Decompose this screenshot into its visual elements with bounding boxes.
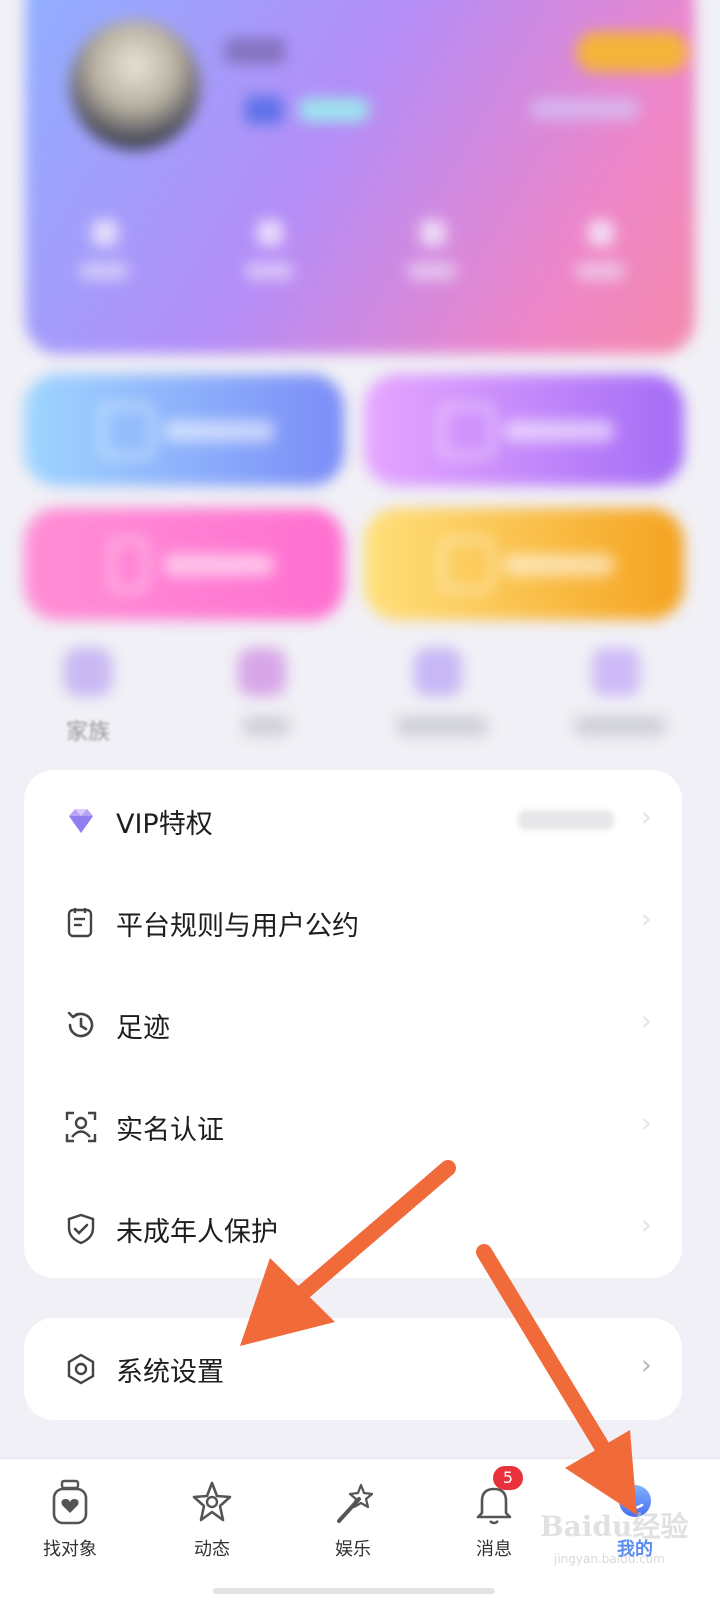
menu-item-label: 系统设置 [116,1357,224,1388]
tile-icon [100,404,154,458]
tab-entertainment[interactable]: 娱乐 [298,1475,408,1565]
menu-card: VIP特权 › 平台规则与用户公约 › 足迹 › 实名认证 › 未成年人保护 › [24,770,682,1278]
menu-item-footprint[interactable]: 足迹 › [24,974,682,1076]
chevron-right-icon: › [640,1208,652,1241]
stat-label [80,262,128,280]
stat-label [245,262,293,280]
blurred-profile-area [0,0,720,780]
status-tag [298,98,370,122]
menu-item-label: 未成年人保护 [116,1217,278,1248]
tile-label-blurred [164,554,274,576]
feature-tile-4[interactable] [364,508,684,620]
baidu-watermark: Baidu经验 [540,1510,689,1543]
tab-label: 动态 [194,1539,230,1560]
menu-item-vip[interactable]: VIP特权 › [24,770,682,872]
stat-value[interactable] [92,220,118,246]
chevron-right-icon: › [640,902,652,935]
heart-jar-icon [52,1479,88,1525]
feature-tile-1[interactable] [24,374,344,486]
watermark-url: jingyan.baidu.com [554,1552,665,1566]
family-icon[interactable] [64,648,112,696]
chevron-right-icon: › [640,1348,652,1381]
tile-label-blurred [504,420,614,442]
menu-item-verification[interactable]: 实名认证 › [24,1076,682,1178]
feature-tile-2[interactable] [364,374,684,486]
settings-card: 系统设置 › [24,1318,682,1420]
level-tag [245,96,283,124]
chevron-right-icon: › [640,1004,652,1037]
menu-item-label: 平台规则与用户公约 [116,911,359,942]
gift-heart-icon[interactable] [592,648,640,696]
tab-moments[interactable]: 动态 [157,1475,267,1565]
tile-label-blurred [164,420,274,442]
tab-messages[interactable]: 消息 [439,1475,549,1565]
menu-item-minor-protection[interactable]: 未成年人保护 › [24,1178,682,1280]
menu-item-label: 足迹 [116,1013,170,1044]
document-icon [67,908,93,938]
profile-link-blurred[interactable] [530,98,640,120]
feature-label-blurred [396,716,488,736]
menu-item-label: 实名认证 [116,1115,224,1146]
tab-label: 消息 [476,1539,512,1560]
tile-icon [440,404,494,458]
tile-icon [110,538,148,592]
heart-shield-icon[interactable] [414,648,462,696]
unread-badge: 5 [493,1466,523,1490]
triangle-feature-icon[interactable] [238,648,286,696]
family-label: 家族 [66,720,111,745]
stat-label [408,262,456,280]
feature-label-blurred [574,716,666,736]
magic-wand-icon [337,1483,373,1523]
menu-item-system-settings[interactable]: 系统设置 › [24,1318,682,1420]
tab-find-partner[interactable]: 找对象 [15,1475,125,1565]
settings-hexagon-icon [67,1353,95,1385]
feature-label-blurred [242,716,290,736]
tile-icon [440,538,494,592]
shield-check-icon [67,1213,95,1245]
stat-label [576,262,624,280]
vip-badge-pill[interactable] [576,32,688,72]
tab-label: 找对象 [43,1539,97,1560]
feature-tile-3[interactable] [24,508,344,620]
menu-item-rules[interactable]: 平台规则与用户公约 › [24,872,682,974]
stat-value[interactable] [588,220,614,246]
chevron-right-icon: › [640,800,652,833]
home-indicator[interactable] [213,1588,495,1594]
vip-status-blurred [518,810,614,830]
stat-value[interactable] [420,220,446,246]
nickname-blurred [225,38,285,64]
face-scan-icon [65,1111,97,1143]
history-clock-icon [67,1011,94,1038]
tile-label-blurred [504,554,614,576]
tab-label: 娱乐 [335,1539,371,1560]
stat-value[interactable] [257,220,283,246]
star-icon [192,1481,232,1522]
chevron-right-icon: › [640,1106,652,1139]
menu-item-label: VIP特权 [116,809,213,840]
diamond-icon [69,809,93,833]
avatar[interactable] [70,20,200,150]
